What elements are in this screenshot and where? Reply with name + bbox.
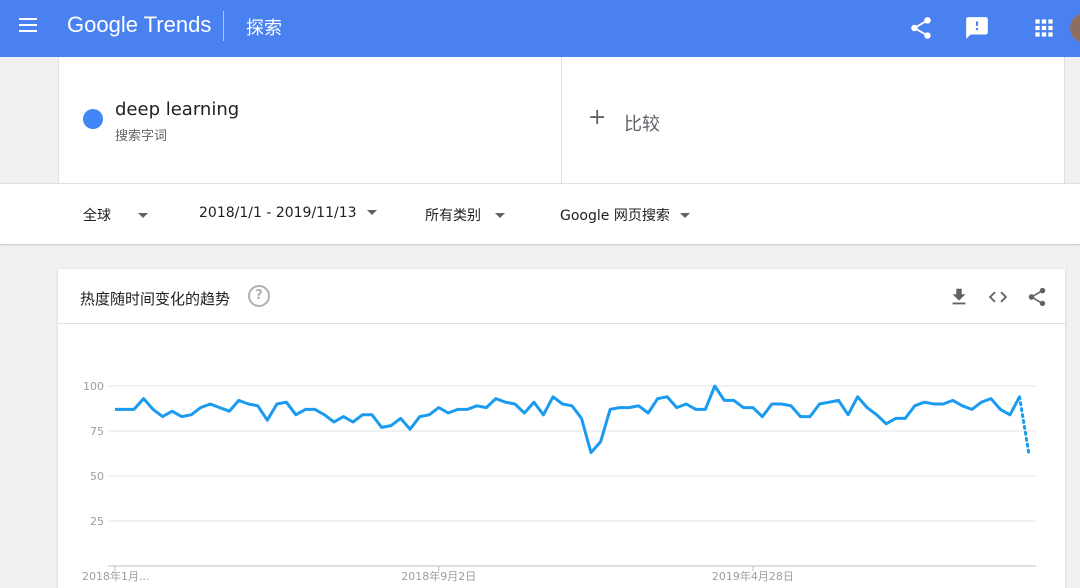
logo-google-text: Google [67,12,138,37]
header-divider [223,11,224,41]
filter-bar: 全球 2018/1/1 - 2019/11/13 所有类别 Google 网页搜… [0,183,1080,245]
chevron-down-icon [495,212,505,218]
share-icon[interactable] [908,15,934,41]
region-filter-label: 全球 [83,208,111,224]
y-tick-label: 75 [90,425,104,438]
compare-button[interactable]: + 比较 [562,57,1065,183]
date-range-filter-label: 2018/1/1 - 2019/11/13 [199,205,357,221]
search-term-card[interactable]: deep learning 搜索字词 [58,57,562,183]
google-trends-logo[interactable]: Google Trends [67,12,211,38]
x-tick-label: 2018年1月... [82,569,149,583]
page-title: 探索 [246,18,282,39]
x-tick-label: 2018年9月2日 [401,569,476,583]
search-type-filter-label: Google 网页搜索 [560,208,670,224]
y-tick-label: 100 [83,380,104,393]
feedback-icon[interactable] [964,15,990,41]
top-app-bar: Google Trends 探索 [0,0,1080,57]
apps-grid-icon[interactable] [1031,15,1057,41]
y-tick-label: 25 [90,515,104,528]
term-color-dot [83,109,103,129]
series-partial-data-line [1018,395,1031,456]
category-filter-label: 所有类别 [425,208,481,224]
series-line-deep-learning [115,384,1021,455]
search-terms-panel: deep learning 搜索字词 + 比较 [0,57,1080,183]
x-tick-label: 2019年4月28日 [712,569,794,583]
interest-over-time-card: 热度随时间变化的趋势 ? 25 50 75 100 2018年1月... 2018年9月2… [58,269,1065,588]
chevron-down-icon [679,212,690,218]
chevron-down-icon [138,212,148,218]
category-filter[interactable]: 所有类别 [425,205,505,225]
date-range-filter[interactable]: 2018/1/1 - 2019/11/13 [199,205,377,221]
region-filter[interactable]: 全球 [83,205,148,225]
plus-icon: + [588,105,607,130]
y-tick-label: 50 [90,470,104,483]
search-term-name[interactable]: deep learning [115,99,239,120]
logo-trends-text: Trends [143,12,212,37]
search-term-type: 搜索字词 [115,129,168,144]
menu-icon[interactable] [19,18,39,38]
trend-line-chart: 25 50 75 100 2018年1月... 2018年9月2日 2019年4月28日 [82,380,1036,583]
avatar[interactable] [1070,13,1080,43]
chevron-down-icon [366,209,377,215]
search-type-filter[interactable]: Google 网页搜索 [560,205,690,225]
compare-label: 比较 [624,114,660,135]
